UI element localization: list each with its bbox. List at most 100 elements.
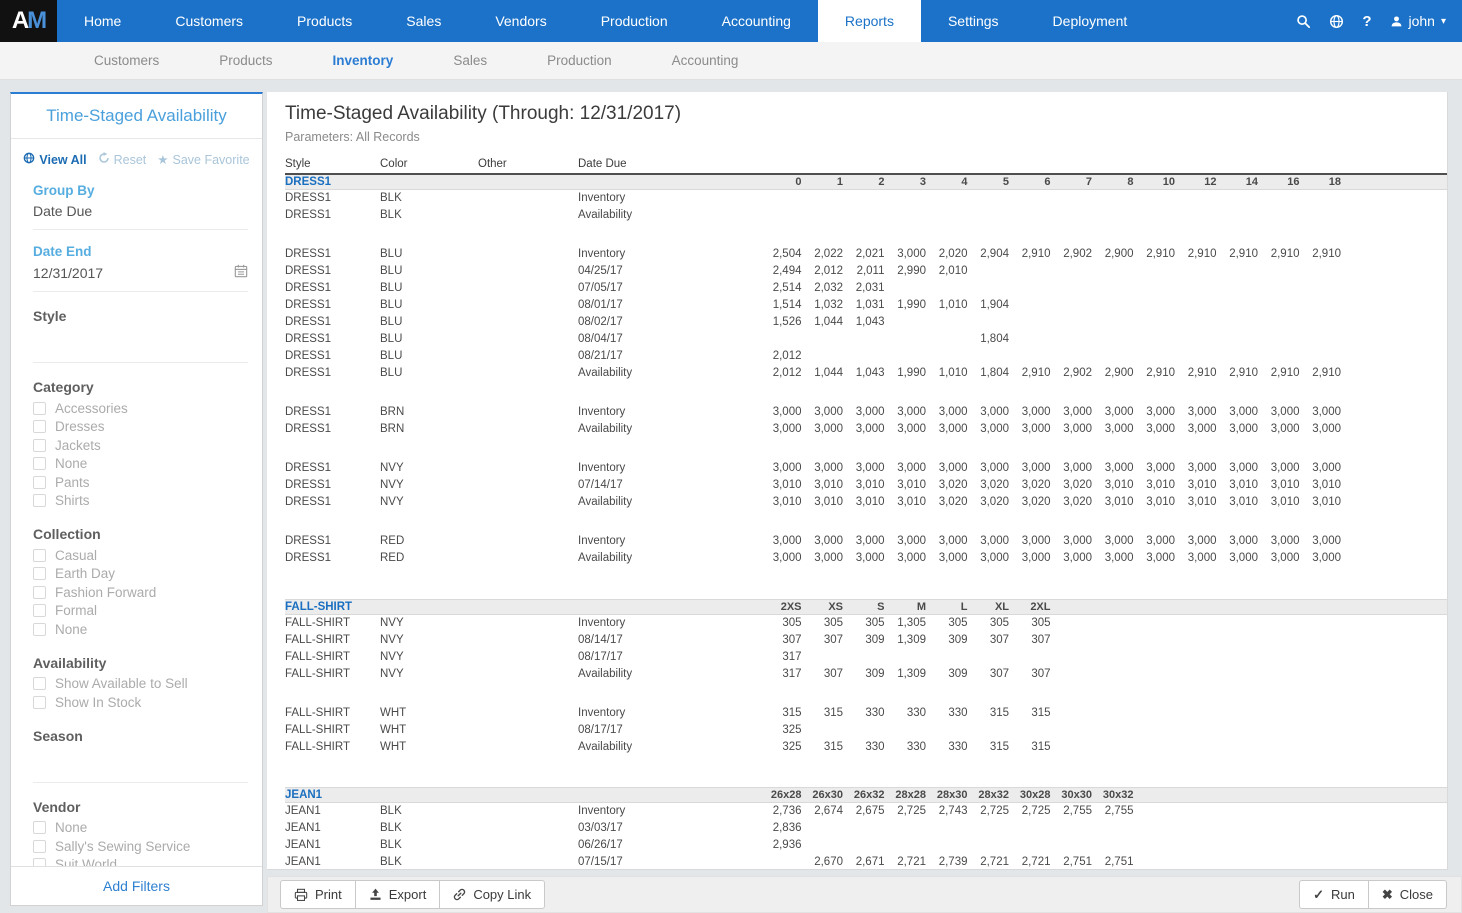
cell-qty: 1,044 xyxy=(806,314,848,331)
report-row: DRESS1BLUAvailability2,0121,0441,0431,99… xyxy=(285,365,1447,382)
option-label: Sally's Sewing Service xyxy=(55,839,190,854)
nav-item-home[interactable]: Home xyxy=(57,0,148,42)
nav-item-accounting[interactable]: Accounting xyxy=(695,0,818,42)
checkbox[interactable] xyxy=(33,420,46,433)
view-all-link[interactable]: View All xyxy=(23,152,86,167)
checkbox[interactable] xyxy=(33,696,46,709)
add-filters-link[interactable]: Add Filters xyxy=(11,866,262,905)
cell-qty: 330 xyxy=(847,739,889,756)
cell-qty xyxy=(1304,820,1346,837)
nav-item-reports[interactable]: Reports xyxy=(818,0,921,42)
group-name[interactable]: FALL-SHIRT xyxy=(285,599,764,614)
cell-style: JEAN1 xyxy=(285,820,380,837)
group-name[interactable]: JEAN1 xyxy=(285,788,764,803)
run-button[interactable]: ✓Run xyxy=(1299,880,1369,909)
close-button[interactable]: ✖Close xyxy=(1368,880,1447,909)
nav-item-deployment[interactable]: Deployment xyxy=(1026,0,1155,42)
reset-link[interactable]: Reset xyxy=(98,152,147,167)
size-header: M xyxy=(889,599,931,614)
cell-qty xyxy=(764,331,806,348)
subnav-item-customers[interactable]: Customers xyxy=(64,53,189,68)
cell-qty: 3,000 xyxy=(930,421,972,438)
user-menu[interactable]: john ▾ xyxy=(1390,13,1447,29)
checkbox[interactable] xyxy=(33,677,46,690)
cell-qty: 307 xyxy=(806,632,848,649)
cell-qty: 3,010 xyxy=(889,494,931,511)
report-row: DRESS1NVY07/14/173,0103,0103,0103,0103,0… xyxy=(285,477,1447,494)
checkbox[interactable] xyxy=(33,476,46,489)
nav-item-production[interactable]: Production xyxy=(574,0,695,42)
checkbox[interactable] xyxy=(33,623,46,636)
checkbox[interactable] xyxy=(33,604,46,617)
subnav-item-sales[interactable]: Sales xyxy=(423,53,517,68)
nav-item-sales[interactable]: Sales xyxy=(379,0,468,42)
cell-qty: 330 xyxy=(847,705,889,722)
checkbox[interactable] xyxy=(33,494,46,507)
cell-qty: 3,000 xyxy=(1179,421,1221,438)
nav-item-vendors[interactable]: Vendors xyxy=(468,0,573,42)
print-button[interactable]: Print xyxy=(280,880,356,909)
checkbox[interactable] xyxy=(33,586,46,599)
copy-link-button[interactable]: Copy Link xyxy=(439,880,545,909)
subnav-item-products[interactable]: Products xyxy=(189,53,302,68)
date-end-value[interactable]: 12/31/2017 xyxy=(33,265,103,281)
cell-color: NVY xyxy=(380,632,478,649)
search-icon[interactable] xyxy=(1296,14,1311,29)
subnav-item-production[interactable]: Production xyxy=(517,53,642,68)
cell-qty xyxy=(847,190,889,208)
cell-qty: 2,670 xyxy=(806,854,848,870)
style-filter-input[interactable] xyxy=(33,328,248,352)
report-row: DRESS1REDInventory3,0003,0003,0003,0003,… xyxy=(285,533,1447,550)
option-label: Shirts xyxy=(55,493,90,508)
group-by-value[interactable]: Date Due xyxy=(33,203,248,219)
save-favorite-link[interactable]: ★Save Favorite xyxy=(157,152,249,167)
nav-item-customers[interactable]: Customers xyxy=(148,0,270,42)
app-logo[interactable]: AM xyxy=(0,0,57,42)
filter-heading-availability: Availability xyxy=(33,655,248,671)
cell-qty xyxy=(1055,739,1097,756)
checkbox[interactable] xyxy=(33,567,46,580)
cell-qty: 3,000 xyxy=(1096,421,1138,438)
checkbox[interactable] xyxy=(33,549,46,562)
filter-option-earth-day: Earth Day xyxy=(33,565,248,584)
cell-style: DRESS1 xyxy=(285,314,380,331)
checkbox[interactable] xyxy=(33,439,46,452)
cell-qty: 2,910 xyxy=(1304,365,1346,382)
export-button[interactable]: Export xyxy=(355,880,441,909)
report-action-bar: PrintExportCopy Link ✓Run✖Close xyxy=(267,876,1462,913)
checkbox[interactable] xyxy=(33,840,46,853)
cell-other xyxy=(478,280,578,297)
nav-item-settings[interactable]: Settings xyxy=(921,0,1026,42)
cell-other xyxy=(478,632,578,649)
nav-item-products[interactable]: Products xyxy=(270,0,379,42)
cell-qty: 3,000 xyxy=(1013,460,1055,477)
cell-qty xyxy=(1055,348,1097,365)
report-content: Time-Staged Availability (Through: 12/31… xyxy=(267,92,1448,870)
cell-qty xyxy=(972,649,1014,666)
cell-date-due: Availability xyxy=(578,207,764,224)
cell-qty: 2,012 xyxy=(764,365,806,382)
logo-letter-m: M xyxy=(27,7,45,35)
cell-style: DRESS1 xyxy=(285,533,380,550)
cell-qty: 307 xyxy=(1013,666,1055,683)
report-row: DRESS1BLUInventory2,5042,0222,0213,0002,… xyxy=(285,246,1447,263)
group-name[interactable]: DRESS1 xyxy=(285,174,764,190)
cell-qty: 3,000 xyxy=(1221,533,1263,550)
globe-icon[interactable] xyxy=(1329,14,1344,29)
cell-qty: 3,010 xyxy=(1304,477,1346,494)
cell-qty: 3,000 xyxy=(1304,460,1346,477)
checkbox[interactable] xyxy=(33,402,46,415)
cell-qty xyxy=(1179,837,1221,854)
size-header: 3 xyxy=(889,174,931,190)
checkbox[interactable] xyxy=(33,821,46,834)
cell-qty xyxy=(1304,803,1346,821)
checkbox[interactable] xyxy=(33,457,46,470)
subnav-item-inventory[interactable]: Inventory xyxy=(303,53,424,68)
cell-qty xyxy=(806,190,848,208)
help-icon[interactable]: ? xyxy=(1362,13,1371,30)
cell-qty: 3,000 xyxy=(1262,421,1304,438)
cell-qty xyxy=(1262,263,1304,280)
calendar-icon[interactable] xyxy=(234,264,248,281)
subnav-item-accounting[interactable]: Accounting xyxy=(642,53,769,68)
cell-qty xyxy=(972,820,1014,837)
